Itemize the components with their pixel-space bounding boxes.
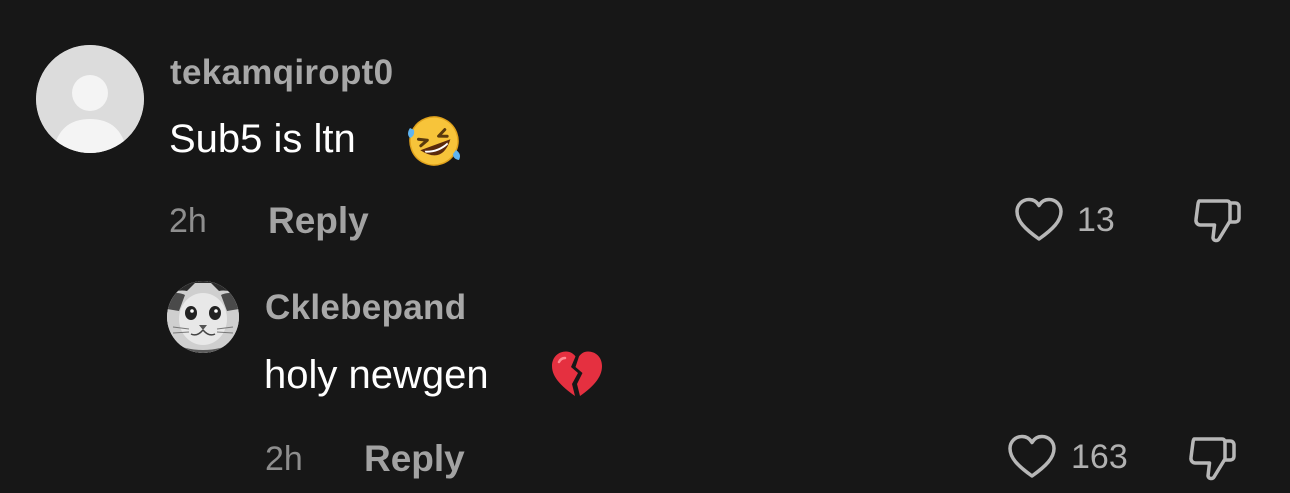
avatar[interactable]	[167, 281, 239, 353]
dislike-button[interactable]	[1186, 432, 1238, 489]
heart-icon	[1008, 434, 1056, 478]
rolling-on-floor-laughing-icon	[406, 114, 462, 171]
username[interactable]: tekamqiropt0	[170, 55, 393, 90]
avatar[interactable]	[36, 45, 144, 153]
comment-text: Sub5 is ltn	[169, 117, 356, 161]
broken-heart-icon	[549, 348, 605, 405]
thumbs-down-icon	[1189, 437, 1236, 481]
default-profile-icon	[36, 45, 144, 153]
comment-text: holy newgen	[264, 353, 489, 397]
username[interactable]: Cklebepand	[265, 290, 466, 325]
timestamp: 2h	[265, 440, 303, 478]
reply-button[interactable]: Reply	[268, 202, 369, 239]
like-count: 163	[1071, 438, 1128, 476]
like-button[interactable]	[1006, 433, 1058, 486]
thumbs-down-icon	[1194, 199, 1241, 243]
like-count: 13	[1077, 201, 1115, 239]
like-button[interactable]	[1013, 196, 1065, 249]
reply-button[interactable]: Reply	[364, 440, 465, 477]
timestamp: 2h	[169, 202, 207, 240]
heart-icon	[1015, 197, 1063, 241]
dislike-button[interactable]	[1191, 194, 1243, 251]
cat-photo-icon	[167, 281, 239, 353]
